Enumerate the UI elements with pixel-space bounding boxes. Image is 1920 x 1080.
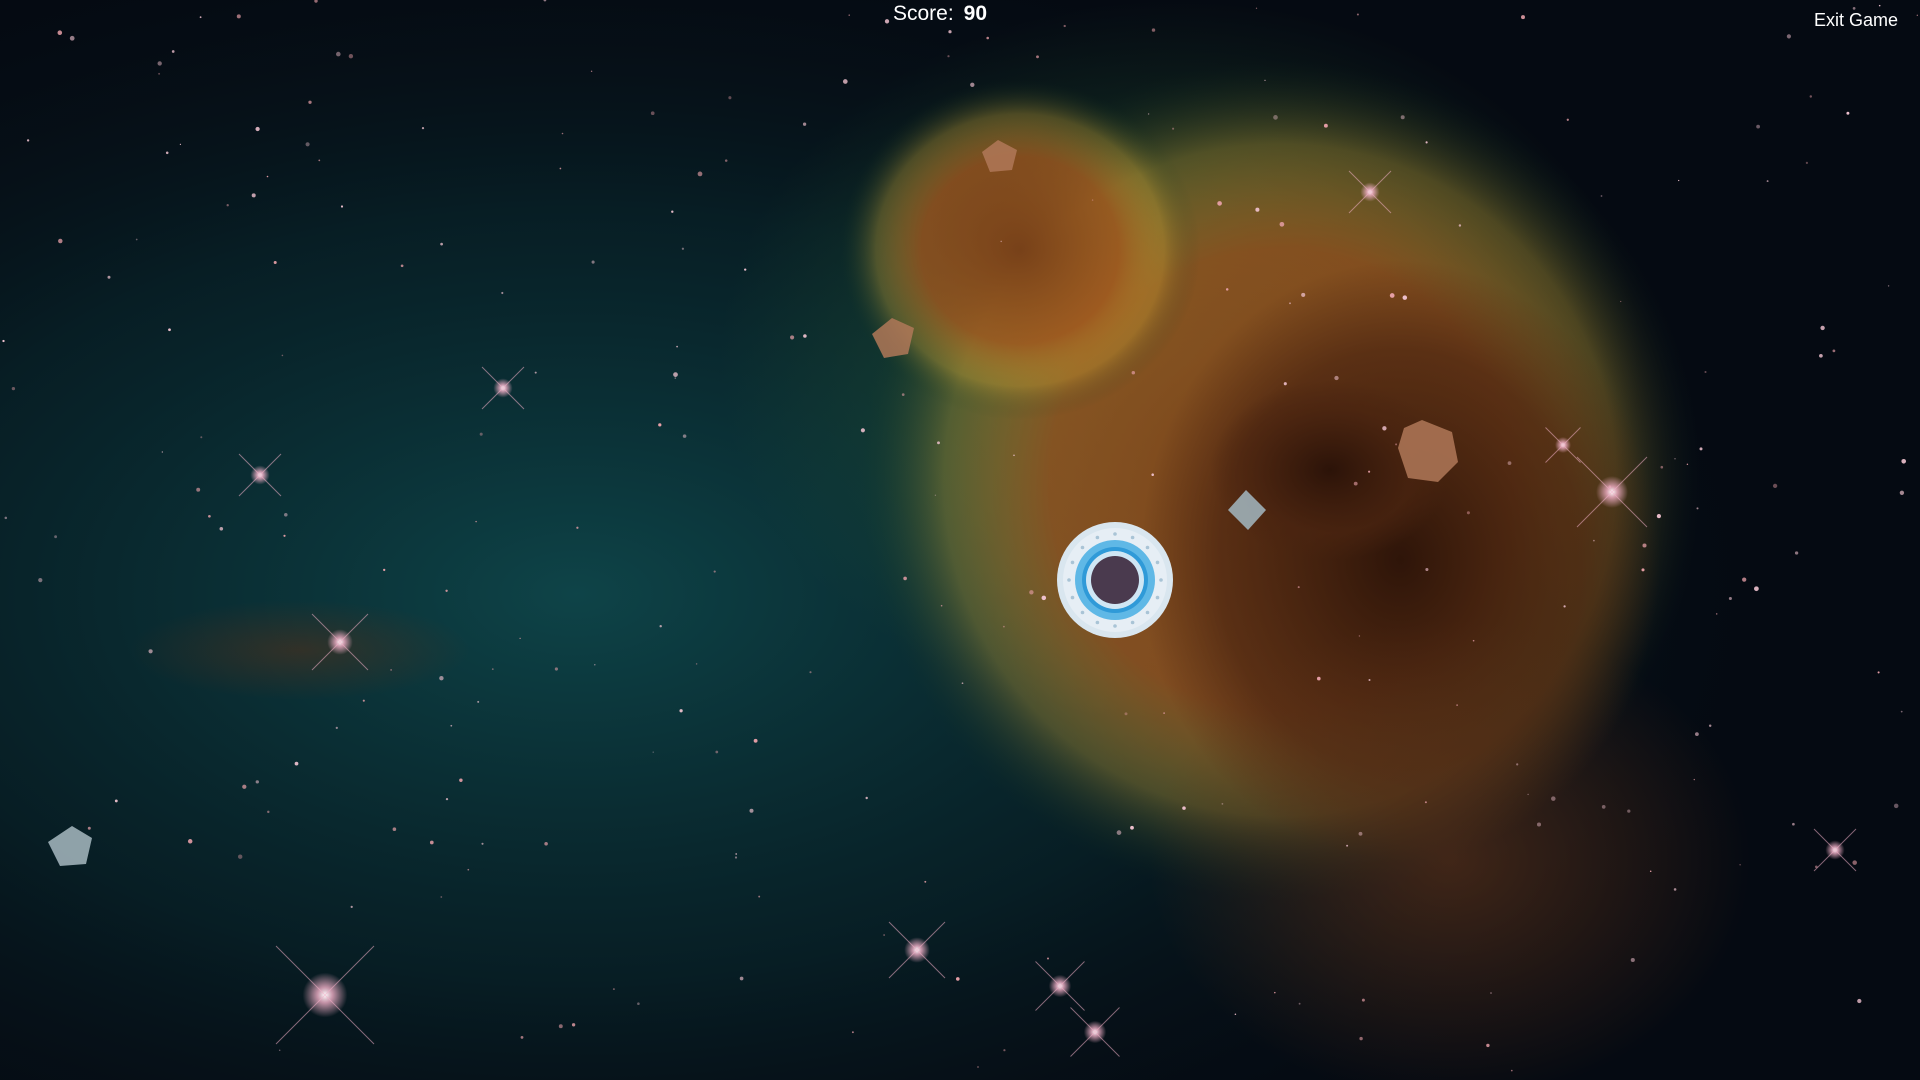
game-entities bbox=[48, 140, 1458, 866]
ship-ring-dot bbox=[1095, 620, 1100, 625]
asteroid-pentagon-2 bbox=[872, 318, 914, 358]
ship-ring-dot bbox=[1155, 560, 1160, 565]
player-ship bbox=[1057, 522, 1173, 638]
ship-ring-dot bbox=[1080, 545, 1085, 550]
asteroid-pentagon-3 bbox=[48, 826, 92, 866]
ship-ring-dot bbox=[1113, 532, 1117, 536]
ship-ring-dot bbox=[1067, 578, 1071, 582]
ship-ring-dot bbox=[1159, 578, 1163, 582]
asteroid-pentagon-1 bbox=[982, 140, 1017, 172]
ship-ring-dot bbox=[1130, 620, 1135, 625]
game-scene[interactable]: Score: 90 Exit Game bbox=[0, 0, 1920, 1080]
asteroid-hexagon bbox=[1398, 420, 1458, 482]
ship-ring-dot bbox=[1130, 535, 1135, 540]
asteroid-diamond bbox=[1228, 490, 1266, 530]
exit-game-button[interactable]: Exit Game bbox=[1812, 8, 1900, 33]
ship-ring-dot bbox=[1080, 610, 1085, 615]
ship-ring-dot bbox=[1155, 595, 1160, 600]
ship-ring-dot bbox=[1113, 624, 1117, 628]
ship-ring-dot bbox=[1070, 595, 1075, 600]
ship-ring-dot bbox=[1095, 535, 1100, 540]
ship-ring-dot bbox=[1145, 545, 1150, 550]
ship-ring-dot bbox=[1070, 560, 1075, 565]
ship-ring-dot bbox=[1145, 610, 1150, 615]
